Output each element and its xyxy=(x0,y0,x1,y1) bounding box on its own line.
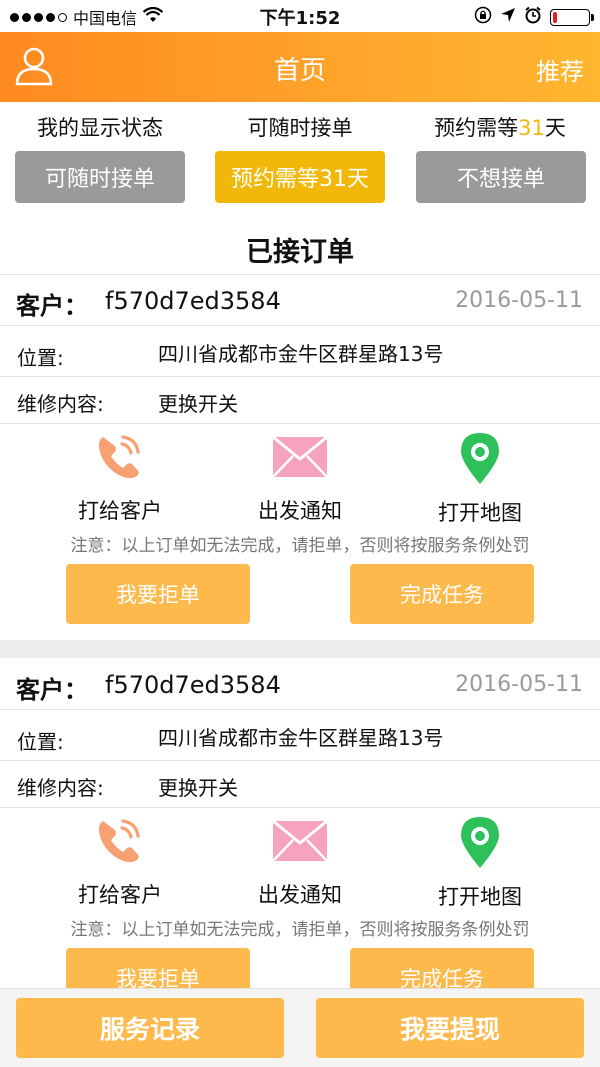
customer-id: f570d7ed3584 xyxy=(105,287,281,315)
nav-bar: 首页 推荐 xyxy=(0,32,600,102)
order-card: 客户： f570d7ed3584 2016-05-11 位置: 四川省成都市金牛… xyxy=(0,274,600,636)
order-separator xyxy=(0,640,600,658)
order-notice: 注意：以上订单如无法完成，请拒单，否则将按服务条例处罚 xyxy=(70,536,530,556)
status-available-button[interactable]: 可随时接单 xyxy=(15,151,185,203)
open-map-action[interactable]: 打开地图 xyxy=(410,431,550,527)
status-bar: 中国电信 下午1:52 xyxy=(0,0,600,32)
customer-label: 客户： xyxy=(16,676,88,704)
recommend-button[interactable]: 推荐 xyxy=(536,52,584,87)
withdraw-button[interactable]: 我要提现 xyxy=(316,998,584,1058)
reserve-label-suffix: 天 xyxy=(544,116,566,140)
repair-label: 维修内容: xyxy=(17,392,104,416)
status-reserve-button[interactable]: 预约需等31天 xyxy=(215,151,385,203)
order-date: 2016-05-11 xyxy=(455,288,583,313)
customer-label: 客户： xyxy=(16,292,88,320)
location-label: 位置: xyxy=(17,346,64,370)
map-pin-icon xyxy=(461,433,499,484)
departure-notice-label: 出发通知 xyxy=(258,883,342,907)
orientation-lock-icon xyxy=(474,6,492,28)
status-not-accepting-button[interactable]: 不想接单 xyxy=(416,151,586,203)
alarm-icon xyxy=(524,6,542,28)
location-icon xyxy=(500,7,516,27)
battery-level xyxy=(553,11,557,23)
phone-icon xyxy=(99,819,140,863)
departure-notice-action[interactable]: 出发通知 xyxy=(230,815,370,909)
open-map-label: 打开地图 xyxy=(438,885,522,909)
call-customer-label: 打给客户 xyxy=(78,883,162,907)
order-card: 客户： f570d7ed3584 2016-05-11 位置: 四川省成都市金牛… xyxy=(0,658,600,1008)
departure-notice-action[interactable]: 出发通知 xyxy=(230,431,370,525)
map-pin-icon xyxy=(461,817,499,868)
battery-icon xyxy=(550,8,594,26)
status-bar-right xyxy=(474,6,594,28)
departure-notice-label: 出发通知 xyxy=(258,499,342,523)
location-label: 位置: xyxy=(17,730,64,754)
complete-task-button[interactable]: 完成任务 xyxy=(350,564,534,624)
repair-value: 更换开关 xyxy=(158,776,238,800)
call-customer-action[interactable]: 打给客户 xyxy=(50,431,190,525)
call-customer-label: 打给客户 xyxy=(78,499,162,523)
order-notice: 注意：以上订单如无法完成，请拒单，否则将按服务条例处罚 xyxy=(70,920,530,940)
repair-value: 更换开关 xyxy=(158,392,238,416)
phone-icon xyxy=(99,435,140,479)
location-value: 四川省成都市金牛区群星路13号 xyxy=(158,726,444,750)
reserve-days: 31 xyxy=(518,116,545,140)
open-map-label: 打开地图 xyxy=(438,501,522,525)
mail-icon xyxy=(272,819,328,862)
reject-order-button[interactable]: 我要拒单 xyxy=(66,564,250,624)
accepted-orders-title: 已接订单 xyxy=(246,237,354,268)
repair-label: 维修内容: xyxy=(17,776,104,800)
reserve-label-prefix: 预约需等 xyxy=(434,116,519,140)
open-map-action[interactable]: 打开地图 xyxy=(410,815,550,911)
app-screen: 中国电信 下午1:52 首页 推荐 我的显示状态 可随时接单 预约需等31天 可… xyxy=(0,0,600,1067)
bottom-bar: 服务记录 我要提现 xyxy=(0,988,600,1067)
my-display-status-label: 我的显示状态 xyxy=(37,116,163,140)
order-date: 2016-05-11 xyxy=(455,672,583,697)
page-title: 首页 xyxy=(273,56,326,86)
mail-icon xyxy=(272,435,328,478)
call-customer-action[interactable]: 打给客户 xyxy=(50,815,190,909)
service-record-button[interactable]: 服务记录 xyxy=(16,998,284,1058)
reserve-label: 预约需等31天 xyxy=(400,112,600,142)
display-status-labels: 我的显示状态 可随时接单 预约需等31天 xyxy=(0,112,600,142)
location-value: 四川省成都市金牛区群星路13号 xyxy=(158,342,444,366)
customer-id: f570d7ed3584 xyxy=(105,671,281,699)
available-label: 可随时接单 xyxy=(247,116,353,140)
